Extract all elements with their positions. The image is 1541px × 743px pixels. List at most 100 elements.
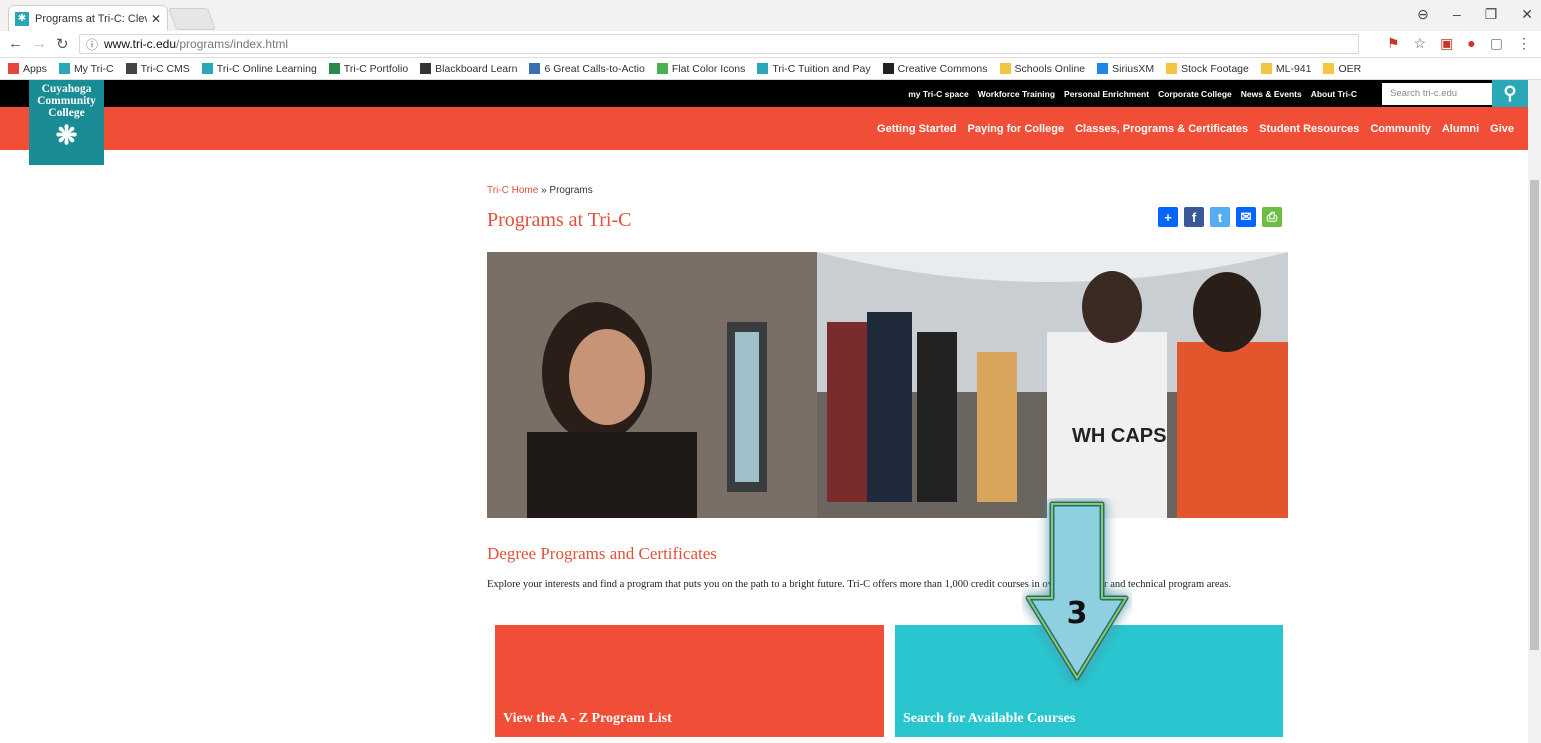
main-nav-item[interactable]: Getting Started <box>877 123 956 135</box>
main-nav-item[interactable]: Give <box>1490 123 1514 135</box>
utility-link[interactable]: Personal Enrichment <box>1064 89 1149 99</box>
bookmark-icon <box>656 63 668 74</box>
bookmark-label: 6 Great Calls-to-Actio <box>544 62 645 75</box>
main-nav-item[interactable]: Alumni <box>1442 123 1479 135</box>
main-nav-item[interactable]: Classes, Programs & Certificates <box>1075 123 1248 135</box>
utility-bar: my Tri-C space Workforce Training Personal… <box>0 80 1528 107</box>
bookmark-icon <box>882 63 894 74</box>
bookmark-icon <box>420 63 432 74</box>
main-nav-item[interactable]: Paying for College <box>968 123 1065 135</box>
bookmark-item[interactable]: Tri-C Online Learning <box>201 62 317 75</box>
url-host: www.tri-c.edu <box>104 37 177 51</box>
bookmarks-bar: Apps My Tri-C Tri-C CMS Tri-C Online Learni… <box>0 58 1541 80</box>
bookmark-icon <box>1323 63 1335 74</box>
bookmark-item[interactable]: Flat Color Icons <box>656 62 746 75</box>
email-icon[interactable]: ✉ <box>1236 207 1256 227</box>
browser-tab-bar: ✱ Programs at Tri-C: Clevel ✕ ⊖ – ❐ ✕ <box>0 0 1541 31</box>
bookmark-item[interactable]: My Tri-C <box>58 62 114 75</box>
main-nav-item[interactable]: Community <box>1370 123 1431 135</box>
bookmark-item[interactable]: Tri-C Tuition and Pay <box>757 63 871 75</box>
annotation-down-arrow: 3 <box>1025 501 1129 681</box>
scrollbar-thumb[interactable] <box>1530 180 1539 650</box>
twitter-icon[interactable]: t <box>1210 207 1230 227</box>
bookmark-label: Flat Color Icons <box>671 62 746 75</box>
site-search-input[interactable]: Search tri-c.edu <box>1382 82 1492 105</box>
reload-icon[interactable]: ↻ <box>56 35 69 53</box>
profile-icon[interactable]: ⊖ <box>1417 6 1429 23</box>
bookmark-icon <box>201 63 213 74</box>
bookmark-label: Blackboard Learn <box>435 62 518 75</box>
bookmark-label: My Tri-C <box>73 62 114 75</box>
pdf-extension-icon[interactable]: ▣ <box>1440 35 1453 52</box>
section-title: Degree Programs and Certificates <box>487 544 717 563</box>
breadcrumb-home-link[interactable]: Tri-C Home <box>487 185 538 196</box>
bookmark-label: OER <box>1338 62 1362 75</box>
bookmark-label: Stock Footage <box>1181 62 1249 75</box>
college-logo[interactable]: Cuyahoga Community College ❋ <box>29 80 104 165</box>
browser-tab[interactable]: ✱ Programs at Tri-C: Clevel ✕ <box>8 5 168 31</box>
bookmark-item[interactable]: Apps <box>8 63 47 75</box>
bookmark-label: Schools Online <box>1014 62 1086 75</box>
share-toolbar: + f t ✉ ⎙ <box>1158 207 1282 227</box>
az-program-list-tile[interactable]: View the A - Z Program List <box>495 625 884 737</box>
close-window-icon[interactable]: ✕ <box>1521 6 1533 23</box>
utility-link[interactable]: News & Events <box>1241 89 1302 99</box>
record-extension-icon[interactable]: ● <box>1467 35 1475 52</box>
print-icon[interactable]: ⎙ <box>1262 207 1282 227</box>
facebook-icon[interactable]: f <box>1184 207 1204 227</box>
bookmark-item[interactable]: Creative Commons <box>882 63 988 75</box>
window-controls: ⊖ – ❐ ✕ <box>1417 6 1533 23</box>
bookmark-item[interactable]: OER <box>1323 63 1361 75</box>
logo-line: College <box>48 107 85 119</box>
close-tab-icon[interactable]: ✕ <box>151 12 161 26</box>
main-nav-item[interactable]: Student Resources <box>1259 123 1359 135</box>
bookmark-label: Tri-C Online Learning <box>216 62 317 75</box>
extension-icon[interactable]: ⚑ <box>1387 35 1400 52</box>
bookmark-icon <box>328 63 340 74</box>
bookmark-label: Tri-C Portfolio <box>343 62 409 75</box>
bookmark-star-icon[interactable]: ☆ <box>1414 35 1427 52</box>
restore-icon[interactable]: ❐ <box>1485 6 1498 23</box>
bookmark-item[interactable]: ML-941 <box>1260 63 1311 75</box>
bookmark-icon <box>125 63 137 74</box>
bookmark-icon <box>1166 63 1178 74</box>
main-navigation: Getting Started Paying for College Classes… <box>0 107 1528 150</box>
tri-c-favicon-icon: ✱ <box>15 11 29 26</box>
bookmark-item[interactable]: Tri-C CMS <box>125 63 190 75</box>
bookmark-icon <box>757 63 769 74</box>
bookmark-item[interactable]: SiriusXM <box>1097 63 1154 75</box>
utility-link[interactable]: Workforce Training <box>978 89 1055 99</box>
back-arrow-icon[interactable]: ← <box>8 35 23 52</box>
bookmark-item[interactable]: Blackboard Learn <box>420 63 517 75</box>
minimize-icon[interactable]: – <box>1453 6 1461 23</box>
utility-link[interactable]: About Tri-C <box>1311 89 1357 99</box>
url-path: /programs/index.html <box>176 37 289 51</box>
search-button[interactable]: ⚲ <box>1492 80 1528 107</box>
search-courses-label: Search for Available Courses <box>903 711 1076 726</box>
annotation-number: 3 <box>1067 596 1088 631</box>
bookmark-item[interactable]: Tri-C Portfolio <box>328 62 409 75</box>
az-program-list-label: View the A - Z Program List <box>503 711 672 726</box>
extension-icon[interactable]: ▢ <box>1490 35 1503 52</box>
bookmark-item[interactable]: Stock Footage <box>1166 63 1249 75</box>
search-icon: ⚲ <box>1503 83 1517 103</box>
utility-link[interactable]: Corporate College <box>1158 89 1232 99</box>
bookmark-label: Apps <box>23 62 47 75</box>
hero-photo-students: WH CAPS <box>487 252 1288 518</box>
intro-paragraph: Explore your interests and find a progra… <box>487 579 1231 590</box>
tab-title: Programs at Tri-C: Clevel <box>35 12 147 25</box>
menu-icon[interactable]: ⋮ <box>1517 35 1531 52</box>
breadcrumb-current: Programs <box>549 185 593 196</box>
info-icon[interactable]: ⓘ <box>86 36 98 53</box>
bookmark-label: SiriusXM <box>1112 62 1155 75</box>
bookmark-item[interactable]: 6 Great Calls-to-Actio <box>529 62 645 75</box>
bookmark-icon <box>1260 63 1272 74</box>
url-input[interactable]: ⓘ www.tri-c.edu/programs/index.html <box>79 34 1359 54</box>
utility-link[interactable]: my Tri-C space <box>908 89 968 99</box>
bookmark-item[interactable]: Schools Online <box>999 62 1086 75</box>
page-scrollbar[interactable] <box>1528 80 1541 743</box>
share-plus-icon[interactable]: + <box>1158 207 1178 227</box>
forward-arrow-icon[interactable]: → <box>32 35 47 52</box>
new-tab-button[interactable] <box>167 8 217 30</box>
main-content: Tri-C Home » Programs Programs at Tri-C … <box>487 185 1288 737</box>
